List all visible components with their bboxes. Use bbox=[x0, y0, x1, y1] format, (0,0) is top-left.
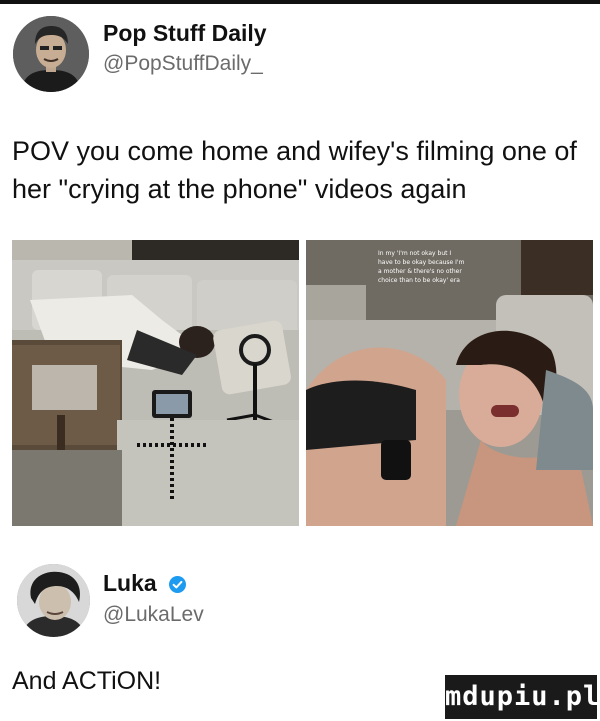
overlay-text-line3: a mother & there's no other bbox=[378, 268, 462, 275]
photo-couch-woman-tripod-icon bbox=[12, 240, 299, 526]
tweet-photo-left[interactable] bbox=[12, 240, 299, 526]
top-border bbox=[0, 0, 600, 4]
reply-author-handle[interactable]: @LukaLev bbox=[103, 603, 204, 627]
author-handle[interactable]: @PopStuffDaily_ bbox=[103, 52, 263, 76]
reply-author-name-text: Luka bbox=[103, 570, 157, 596]
avatar-portrait-icon bbox=[17, 564, 90, 637]
author-name[interactable]: Pop Stuff Daily bbox=[103, 20, 267, 47]
overlay-text-line2: have to be okay because I'm bbox=[378, 259, 465, 266]
overlay-text-line4: choice than to be okay' era bbox=[378, 277, 460, 284]
overlay-text-line1: In my 'I'm not okay but I bbox=[378, 250, 451, 257]
reply-text: And ACTiON! bbox=[12, 667, 162, 695]
photo-crying-selfie-icon: In my 'I'm not okay but I have to be oka… bbox=[306, 240, 593, 526]
reply-author-name[interactable]: Luka bbox=[103, 570, 187, 597]
watermark-text: mdupiu.pl bbox=[445, 681, 600, 712]
verified-badge-icon bbox=[169, 576, 187, 594]
watermark: mdupiu.pl bbox=[445, 675, 600, 719]
tweet-photo-right[interactable]: In my 'I'm not okay but I have to be oka… bbox=[306, 240, 593, 526]
tweet-text: POV you come home and wifey's filming on… bbox=[12, 136, 577, 204]
author-avatar[interactable] bbox=[13, 16, 89, 92]
reply-author-avatar[interactable] bbox=[17, 564, 90, 637]
avatar-portrait-icon bbox=[13, 16, 89, 92]
